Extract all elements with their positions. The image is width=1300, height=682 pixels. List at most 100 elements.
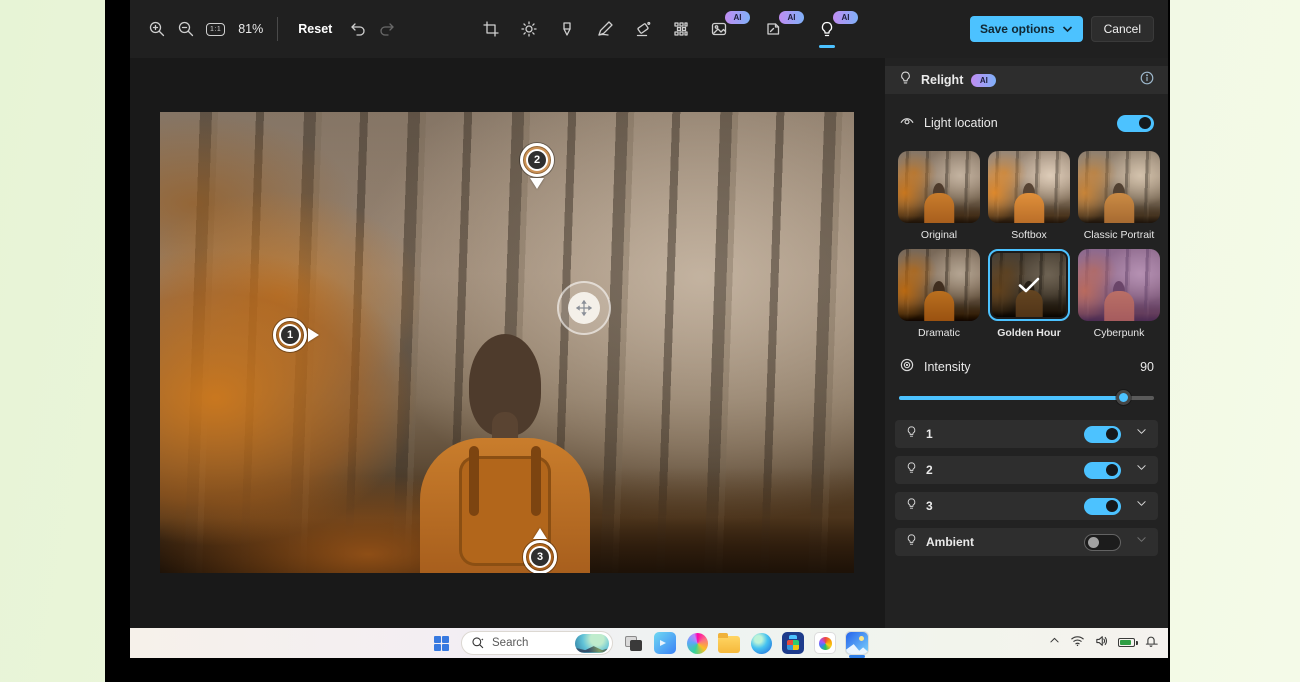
light-marker-2-label: 2 xyxy=(528,151,546,169)
ai-badge: AI xyxy=(725,11,750,24)
light-marker-2-pointer xyxy=(530,178,544,189)
filter-icon[interactable] xyxy=(558,20,576,38)
ai-badge: AI xyxy=(971,74,996,87)
intensity-slider[interactable] xyxy=(899,390,1154,404)
light-marker-1[interactable]: 1 xyxy=(273,318,307,352)
light-row-label: 2 xyxy=(926,463,933,477)
preset-golden-hour[interactable]: Golden Hour xyxy=(988,249,1070,339)
preset-label: Golden Hour xyxy=(988,327,1070,339)
preset-label: Cyberpunk xyxy=(1078,327,1160,339)
chevron-down-icon[interactable] xyxy=(1135,533,1148,551)
preset-dramatic[interactable]: Dramatic xyxy=(898,249,980,339)
ambient-toggle[interactable] xyxy=(1084,534,1121,551)
notifications-bell-icon[interactable] xyxy=(1144,634,1158,653)
lightbulb-icon xyxy=(905,425,918,443)
ai-badge: AI xyxy=(833,11,858,24)
preset-thumbnail xyxy=(988,151,1070,223)
chevron-down-icon[interactable] xyxy=(1135,497,1148,515)
microsoft-store-button[interactable] xyxy=(781,631,805,655)
light-row-2[interactable]: 2 xyxy=(895,456,1158,484)
light-row-1[interactable]: 1 xyxy=(895,420,1158,448)
store-icon xyxy=(782,632,804,654)
preset-label: Dramatic xyxy=(898,327,980,339)
fit-to-window-icon[interactable]: 1:1 xyxy=(206,23,225,36)
light-list: 1 2 xyxy=(885,420,1168,556)
zoom-out-icon[interactable] xyxy=(177,20,195,38)
lightbulb-icon xyxy=(905,461,918,479)
cancel-button[interactable]: Cancel xyxy=(1091,16,1154,42)
selected-tool-indicator xyxy=(819,45,835,48)
light-row-label: Ambient xyxy=(926,535,974,549)
battery-icon[interactable] xyxy=(1118,634,1135,652)
light-1-toggle[interactable] xyxy=(1084,426,1121,443)
light-marker-3[interactable]: 3 xyxy=(523,540,557,573)
light-3-toggle[interactable] xyxy=(1084,498,1121,515)
paint-icon xyxy=(814,632,836,654)
chevron-down-icon[interactable] xyxy=(1135,461,1148,479)
photo-preview[interactable]: 1 2 3 xyxy=(160,112,854,573)
save-options-button[interactable]: Save options xyxy=(970,16,1083,42)
intensity-row: Intensity 90 xyxy=(885,358,1168,376)
clipchamp-icon xyxy=(654,632,676,654)
preset-original[interactable]: Original xyxy=(898,151,980,241)
folder-icon xyxy=(718,636,740,653)
app-window: 1:1 81% Reset xyxy=(105,0,1170,682)
relight-icon[interactable]: AI xyxy=(818,20,836,38)
copilot-app-button[interactable] xyxy=(685,631,709,655)
volume-icon[interactable] xyxy=(1094,634,1109,653)
spot-fix-icon[interactable] xyxy=(672,20,690,38)
light-marker-1-label: 1 xyxy=(281,326,299,344)
check-icon xyxy=(990,251,1068,319)
retouch-icon[interactable] xyxy=(634,20,652,38)
light-position-handle[interactable] xyxy=(557,281,611,335)
photos-app-button[interactable] xyxy=(845,631,869,655)
preset-grid: Original Softbox Classic Portrait Dramat… xyxy=(885,151,1168,339)
save-options-label: Save options xyxy=(980,22,1055,36)
adjustments-icon[interactable] xyxy=(520,20,538,38)
target-icon xyxy=(899,357,915,378)
preset-softbox[interactable]: Softbox xyxy=(988,151,1070,241)
tray-expand-icon[interactable] xyxy=(1048,634,1061,652)
panel-title: Relight xyxy=(921,73,963,87)
light-row-3[interactable]: 3 xyxy=(895,492,1158,520)
edge-app-button[interactable] xyxy=(749,631,773,655)
edit-tools-group: AI AI AI xyxy=(482,0,852,58)
file-explorer-button[interactable] xyxy=(717,631,741,655)
search-box[interactable]: Search xyxy=(461,631,613,655)
preset-cyberpunk[interactable]: Cyberpunk xyxy=(1078,249,1160,339)
intensity-value: 90 xyxy=(1140,360,1154,374)
reset-button[interactable]: Reset xyxy=(292,18,338,40)
light-2-toggle[interactable] xyxy=(1084,462,1121,479)
slider-thumb[interactable] xyxy=(1116,390,1131,405)
light-row-ambient[interactable]: Ambient xyxy=(895,528,1158,556)
preset-classic-portrait[interactable]: Classic Portrait xyxy=(1078,151,1160,241)
clipchamp-app-button[interactable] xyxy=(653,631,677,655)
paint-app-button[interactable] xyxy=(813,631,837,655)
crop-icon[interactable] xyxy=(482,20,500,38)
editor-canvas: 1 2 3 xyxy=(130,58,885,628)
intensity-label: Intensity xyxy=(924,360,971,374)
zoom-in-icon[interactable] xyxy=(148,20,166,38)
markup-icon[interactable] xyxy=(596,20,614,38)
photos-icon xyxy=(846,632,868,654)
light-location-label: Light location xyxy=(924,116,998,130)
generative-erase-icon[interactable]: AI xyxy=(764,20,782,38)
undo-icon[interactable] xyxy=(349,20,367,38)
light-location-row: Light location xyxy=(885,111,1168,135)
preset-thumbnail xyxy=(1078,151,1160,223)
chevron-down-icon[interactable] xyxy=(1135,425,1148,443)
edge-icon xyxy=(751,633,772,654)
light-location-toggle[interactable] xyxy=(1117,115,1154,132)
relight-panel: Relight AI Light location Original xyxy=(885,58,1168,628)
task-view-icon xyxy=(625,636,642,651)
light-marker-2[interactable]: 2 xyxy=(520,143,554,177)
cyberpunk-tint xyxy=(1078,249,1160,321)
start-button[interactable] xyxy=(429,631,453,655)
redo-icon[interactable] xyxy=(378,20,396,38)
wifi-icon[interactable] xyxy=(1070,634,1085,652)
light-row-label: 1 xyxy=(926,427,933,441)
info-icon[interactable] xyxy=(1139,70,1155,91)
auto-enhance-icon[interactable]: AI xyxy=(710,20,728,38)
save-actions-group: Save options Cancel xyxy=(970,0,1154,58)
task-view-button[interactable] xyxy=(621,631,645,655)
